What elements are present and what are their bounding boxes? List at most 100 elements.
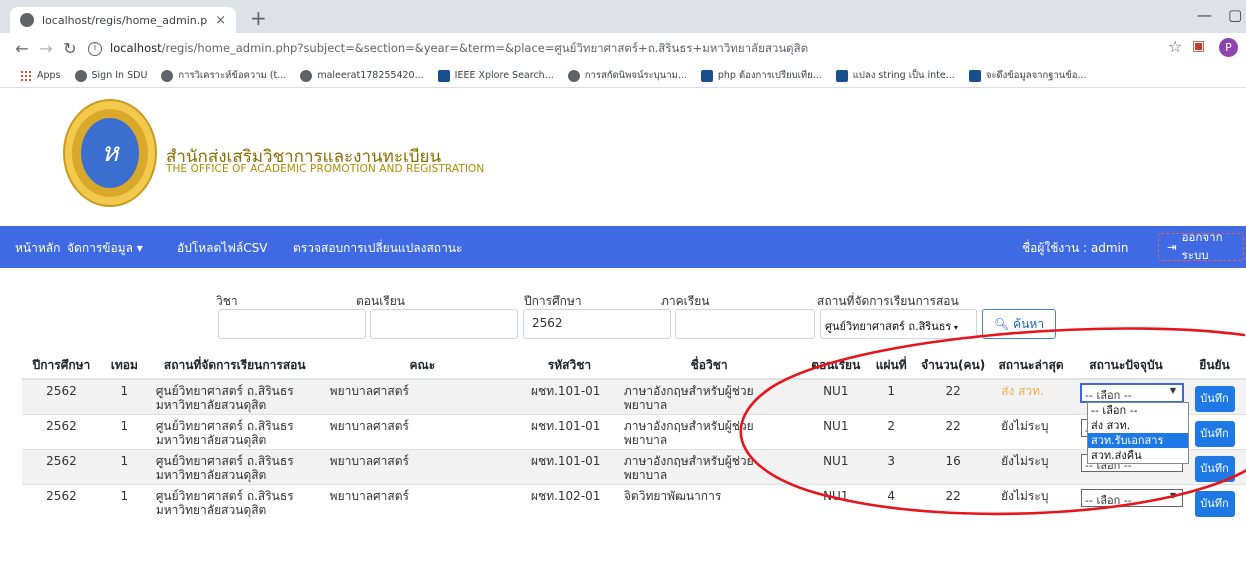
place-line-1: ศูนย์วิทยาศาสตร์ ถ.สิรินธร: [155, 384, 294, 398]
place-line-1: ศูนย์วิทยาศาสตร์ ถ.สิรินธร: [155, 488, 294, 503]
cell-course-code: ผชท.102-01: [523, 483, 616, 519]
bookmark-item[interactable]: maleerat178255420...: [300, 69, 424, 82]
cell-count: 16: [913, 448, 994, 484]
forward-icon[interactable]: →: [34, 39, 58, 58]
bookmark-item[interactable]: จะดึงข้อมูลจากฐานข้อ...: [968, 68, 1087, 83]
cell-term: 1: [100, 483, 148, 519]
browser-tabstrip: localhost/regis/home_admin.php × + — ▢: [0, 0, 1246, 33]
current-status-select[interactable]: -- เลือก --▼: [1081, 488, 1184, 507]
cell-year: 2562: [22, 378, 101, 414]
cell-course-code: ผชท.101-01: [523, 448, 616, 484]
year-input[interactable]: 2562: [523, 309, 671, 339]
cell-confirm: บันทึก: [1183, 378, 1246, 414]
bookmark-item[interactable]: IEEE Xplore Search...: [437, 69, 554, 82]
save-button[interactable]: บันทึก: [1194, 455, 1235, 482]
address-bar[interactable]: i localhost/regis/home_admin.php?subject…: [88, 37, 1208, 61]
cell-count: 22: [913, 483, 994, 519]
cell-course-name: ภาษาอังกฤษสำหรับผู้ช่วย พยาบาล: [615, 448, 803, 484]
bookmark-item[interactable]: การสกัดนิพจน์ระบุนาม...: [567, 68, 687, 83]
new-tab-button[interactable]: +: [250, 6, 267, 30]
col-course-name: ชื่อวิชา: [615, 352, 803, 380]
table-row: 2562 1 ศูนย์วิทยาศาสตร์ ถ.สิรินธร มหาวิทยาล…: [22, 448, 1246, 484]
save-button[interactable]: บันทึก: [1194, 420, 1235, 447]
cell-term: 1: [100, 413, 148, 449]
bookmark-label: แปลง string เป็น inte...: [852, 70, 955, 81]
cell-place: ศูนย์วิทยาศาสตร์ ถ.สิรินธร มหาวิทยาลัยสวน…: [147, 483, 322, 519]
dropdown-option[interactable]: ส่ง สวท.: [1088, 418, 1188, 433]
nav-check-status-changes[interactable]: ตรวจสอบการเปลี่ยนแปลงสถานะ: [293, 239, 462, 258]
cell-section: NU1: [802, 413, 870, 449]
tab-close-icon[interactable]: ×: [215, 13, 226, 28]
dropdown-option[interactable]: สวท.ส่งคืน: [1088, 448, 1188, 463]
university-seal-logo: ห: [63, 99, 157, 207]
logout-button[interactable]: ⇥ ออกจากระบบ: [1158, 230, 1244, 262]
section-input[interactable]: [370, 309, 518, 339]
star-icon[interactable]: ☆: [1168, 37, 1182, 56]
bookmark-label: IEEE Xplore Search...: [454, 70, 554, 81]
dropdown-option[interactable]: -- เลือก --: [1088, 403, 1188, 418]
course-name-line-1: ภาษาอังกฤษสำหรับผู้ช่วย: [623, 418, 754, 433]
results-table: ปีการศึกษา เทอม สถานที่จัดการเรียนการสอน…: [22, 352, 1246, 519]
bookmark-item[interactable]: Apps: [20, 69, 61, 82]
course-name-line-1: ภาษาอังกฤษสำหรับผู้ช่วย: [623, 384, 754, 398]
profile-avatar[interactable]: P: [1219, 38, 1238, 57]
maximize-icon[interactable]: ▢: [1228, 6, 1242, 24]
browser-tab[interactable]: localhost/regis/home_admin.php ×: [10, 7, 236, 33]
svg-text:ห: ห: [101, 138, 120, 168]
save-button[interactable]: บันทึก: [1194, 386, 1235, 412]
bookmark-item[interactable]: Sign In SDU: [74, 69, 147, 82]
info-icon[interactable]: i: [88, 42, 102, 56]
current-status-select[interactable]: -- เลือก --▼: [1080, 383, 1185, 403]
cell-sheet: 3: [869, 448, 914, 484]
subject-input[interactable]: [218, 309, 366, 339]
bookmark-item[interactable]: php ต้องการเปรียบเทีย...: [700, 68, 822, 83]
place-line-2: มหาวิทยาลัยสวนดุสิต: [155, 398, 267, 412]
term-input[interactable]: [675, 309, 815, 339]
cell-count: 22: [913, 413, 994, 449]
status-dropdown-list[interactable]: -- เลือก -- ส่ง สวท. สวท.รับเอกสาร สวท.ส่งค…: [1087, 402, 1189, 464]
search-button-label: ค้นหา: [1013, 316, 1045, 331]
col-place: สถานที่จัดการเรียนการสอน: [147, 352, 322, 380]
col-latest-status: สถานะล่าสุด: [993, 352, 1070, 380]
cell-course-code: ผชท.101-01: [523, 413, 616, 449]
col-course-code: รหัสวิชา: [523, 352, 616, 380]
browser-toolbar: ← → ↻ i localhost/regis/home_admin.php?s…: [0, 33, 1246, 64]
cell-confirm: บันทึก: [1183, 413, 1246, 449]
url-text: localhost/regis/home_admin.php?subject=&…: [110, 41, 809, 55]
back-icon[interactable]: ←: [10, 39, 34, 58]
reload-icon[interactable]: ↻: [58, 39, 82, 58]
col-confirm: ยืนยัน: [1183, 352, 1246, 380]
bookmark-label: การสกัดนิพจน์ระบุนาม...: [584, 70, 687, 81]
col-current-status: สถานะปัจจุบัน: [1069, 352, 1184, 380]
cell-year: 2562: [22, 483, 101, 519]
search-icon: 🔍︎: [993, 317, 1010, 331]
bookmark-item[interactable]: การวิเคราะห์ข้อความ (t...: [161, 68, 286, 83]
user-label: ชื่อผู้ใช้งาน : admin: [1022, 241, 1129, 255]
nav-home[interactable]: หน้าหลัก: [15, 239, 60, 258]
globe-icon: [74, 69, 87, 82]
bookmark-label: การวิเคราะห์ข้อความ (t...: [178, 70, 287, 81]
nav-upload-csv[interactable]: อัปโหลดไฟล์CSV: [177, 239, 267, 258]
cell-latest-status: ยังไม่ระบุ: [993, 448, 1070, 484]
cell-latest-status: ยังไม่ระบุ: [993, 483, 1070, 519]
cell-faculty: พยาบาลศาสตร์: [321, 483, 524, 519]
chevron-down-icon: ▼: [1169, 386, 1177, 395]
bookmark-item[interactable]: แปลง string เป็น inte...: [835, 68, 955, 83]
place-select[interactable]: ศูนย์วิทยาศาสตร์ ถ.สิรินธร ▾: [820, 309, 977, 339]
place-line-2: มหาวิทยาลัยสวนดุสิต: [155, 467, 267, 482]
minimize-icon[interactable]: —: [1197, 6, 1212, 24]
nav-manage-data-dropdown[interactable]: จัดการข้อมูล ▾: [67, 239, 143, 258]
cell-confirm: บันทึก: [1183, 483, 1246, 519]
cell-count: 22: [913, 378, 994, 414]
cell-place: ศูนย์วิทยาศาสตร์ ถ.สิรินธร มหาวิทยาลัยสวน…: [147, 413, 322, 449]
course-name-line-1: จิตวิทยาพัฒนาการ: [623, 488, 722, 503]
dropdown-option[interactable]: สวท.รับเอกสาร: [1088, 433, 1188, 448]
search-button[interactable]: 🔍︎ ค้นหา: [982, 309, 1056, 339]
main-navbar: หน้าหลัก จัดการข้อมูล ▾ อัปโหลดไฟล์CSV ต…: [0, 226, 1246, 268]
tab-title: localhost/regis/home_admin.php: [42, 13, 208, 27]
chevron-down-icon: ▼: [1169, 490, 1177, 500]
cell-latest-status: ยังไม่ระบุ: [993, 413, 1070, 449]
extension-icon[interactable]: ▣: [1192, 38, 1205, 54]
save-button[interactable]: บันทึก: [1194, 490, 1235, 517]
place-line-2: มหาวิทยาลัยสวนดุสิต: [155, 502, 267, 517]
